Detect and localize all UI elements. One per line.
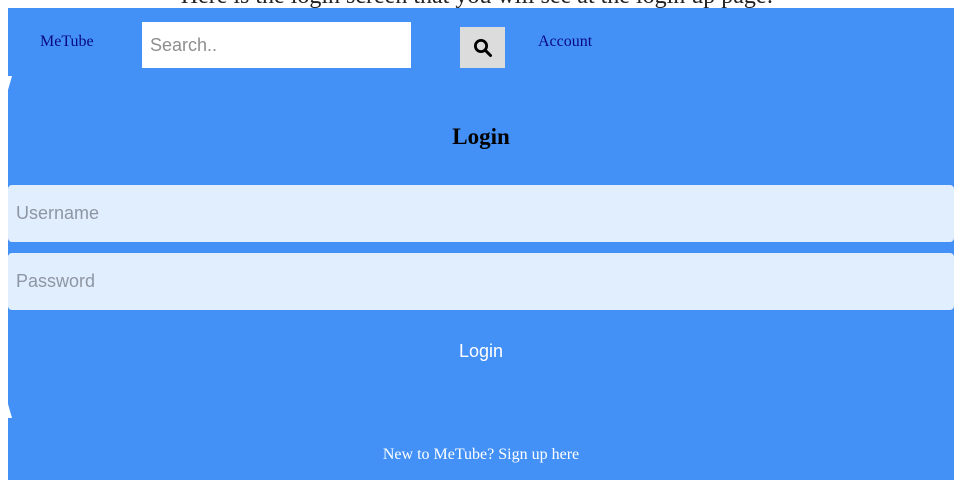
- panel-notch-top: [8, 76, 12, 90]
- signup-link[interactable]: New to MeTube? Sign up here: [8, 446, 954, 464]
- password-field[interactable]: [8, 253, 954, 310]
- brand-link[interactable]: MeTube: [40, 33, 94, 51]
- login-button[interactable]: Login: [8, 330, 954, 372]
- panel-notch-bottom: [8, 404, 12, 418]
- search-input[interactable]: [142, 22, 411, 68]
- login-panel: [8, 8, 954, 480]
- search-icon: [473, 38, 492, 57]
- login-title: Login: [452, 124, 510, 149]
- account-link[interactable]: Account: [538, 33, 592, 51]
- username-field[interactable]: [8, 185, 954, 242]
- search-button[interactable]: [460, 27, 505, 68]
